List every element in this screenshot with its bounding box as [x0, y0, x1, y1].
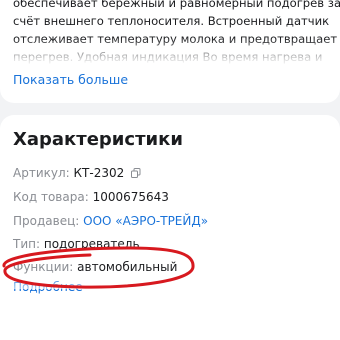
- seller-link[interactable]: ООО «АЭРО-ТРЕЙД»: [83, 214, 208, 228]
- spec-value: 1000675643: [92, 190, 169, 204]
- description-line: отслеживает температуру молока и предотв…: [13, 32, 338, 46]
- spec-row-code: Код товара: 1000675643: [13, 189, 169, 205]
- spec-label: Код товара:: [13, 190, 89, 204]
- specs-title: Характеристики: [13, 129, 183, 150]
- specs-card: Характеристики Артикул: КТ-2302 Код това…: [0, 115, 340, 340]
- description-text: обеспечивает бережный и равномерный подо…: [13, 0, 340, 64]
- copy-icon[interactable]: [131, 166, 141, 182]
- spec-row-article: Артикул: КТ-2302: [13, 165, 141, 182]
- show-more-link[interactable]: Показать больше: [13, 72, 128, 87]
- description-line: перегрев. Удобная индикация Во время наг…: [13, 50, 323, 64]
- details-link[interactable]: Подробнее: [13, 280, 83, 294]
- spec-value[interactable]: КТ-2302: [74, 166, 125, 180]
- description-card: обеспечивает бережный и равномерный подо…: [0, 0, 340, 103]
- description-line: обеспечивает бережный и равномерный подо…: [13, 0, 340, 10]
- product-page: обеспечивает бережный и равномерный подо…: [0, 0, 340, 340]
- spec-row-seller: Продавец: ООО «АЭРО-ТРЕЙД»: [13, 213, 208, 229]
- spec-label: Продавец:: [13, 214, 80, 228]
- spec-row-functions: Функции: автомобильный: [13, 259, 177, 275]
- spec-label: Артикул:: [13, 166, 70, 180]
- spec-value: подогреватель: [43, 237, 140, 251]
- spec-value: автомобильный: [77, 260, 178, 274]
- spec-label: Тип:: [13, 237, 41, 251]
- spec-row-type: Тип: подогреватель: [13, 236, 140, 252]
- description-line: счёт внешнего теплоносителя. Встроенный …: [13, 14, 330, 28]
- spec-label: Функции:: [13, 260, 74, 274]
